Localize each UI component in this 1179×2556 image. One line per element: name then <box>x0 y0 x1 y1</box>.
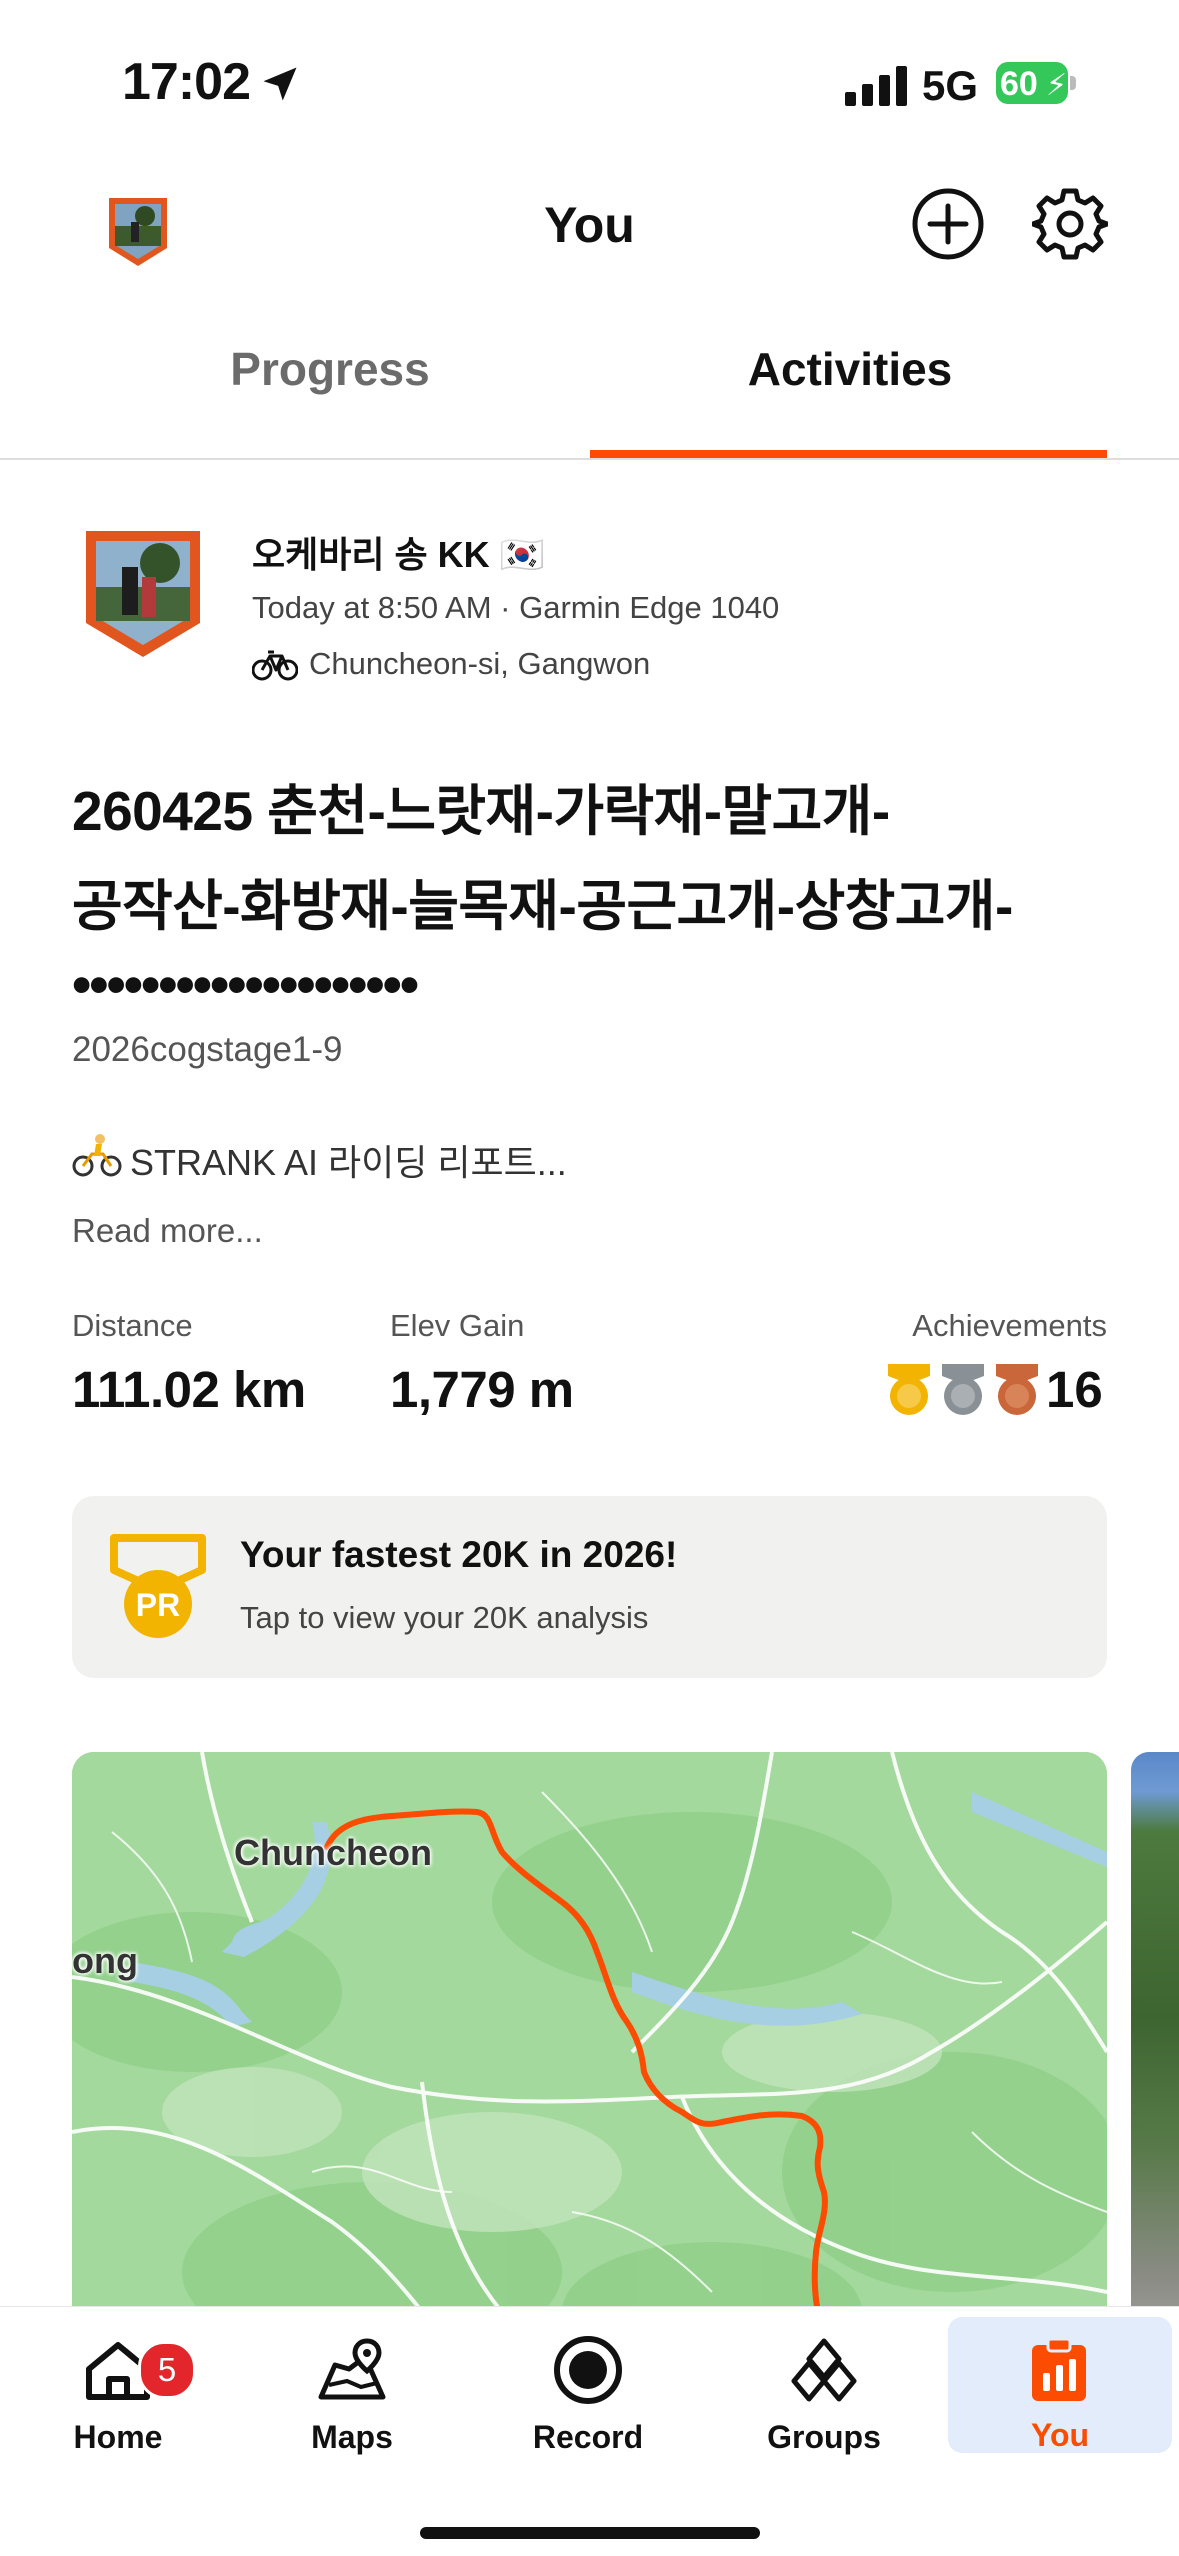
activity-title-line: •••••••••••••••••••• <box>72 953 419 1015</box>
athlete-avatar[interactable] <box>82 527 204 661</box>
tab-maps[interactable]: Maps <box>234 2321 470 2461</box>
tab-label: Record <box>532 2419 644 2455</box>
tab-you[interactable]: You <box>948 2317 1172 2453</box>
athlete-name[interactable]: 오케바리 송 KK 🇰🇷 <box>252 526 544 578</box>
distance-label: Distance <box>72 1308 193 1343</box>
tab-label: Home <box>73 2419 163 2455</box>
medals-icon[interactable] <box>886 1362 1046 1418</box>
athlete-name-text: 오케바리 송 KK <box>252 534 490 575</box>
add-button[interactable] <box>910 186 986 262</box>
charging-bolt-icon: ⚡ <box>1046 69 1068 102</box>
activity-tag: 2026cogstage1-9 <box>72 1030 343 1069</box>
activity-title[interactable]: 260425 춘천-느랏재-가락재-말고개- 공작산-화방재-늘목재-공근고개-… <box>72 764 1092 1014</box>
record-icon <box>554 2336 622 2404</box>
maps-icon <box>318 2338 386 2400</box>
tab-home[interactable]: 5 Home <box>0 2321 236 2461</box>
battery-icon: 60 ⚡ <box>996 62 1076 106</box>
activity-location: Chuncheon-si, Gangwon <box>309 646 651 681</box>
map-label-town: ong <box>72 1940 138 1981</box>
tab-label: Maps <box>311 2419 393 2455</box>
bronze-medal-icon <box>996 1364 1038 1415</box>
activity-title-line: 260425 춘천-느랏재-가락재-말고개- <box>72 780 890 842</box>
battery-level: 60 <box>1000 65 1038 103</box>
tab-selected-indicator <box>590 450 1107 458</box>
silver-medal-icon <box>942 1364 984 1415</box>
map-label-city: Chuncheon <box>234 1832 432 1873</box>
status-bar: 17:02 5G 60 ⚡ <box>0 0 1179 160</box>
signal-strength-icon <box>845 66 907 106</box>
pr-card[interactable]: PR Your fastest 20K in 2026! Tap to view… <box>72 1496 1107 1678</box>
page-title: You <box>544 197 635 253</box>
flag-icon: 🇰🇷 <box>499 534 545 575</box>
tab-activities[interactable]: Activities <box>590 342 1110 396</box>
read-more-link[interactable]: Read more... <box>72 1212 263 1250</box>
status-time: 17:02 <box>122 53 251 111</box>
tab-groups[interactable]: Groups <box>706 2321 942 2461</box>
settings-gear-icon[interactable] <box>1032 186 1108 262</box>
network-type: 5G <box>922 62 979 109</box>
app-header: You <box>0 160 1179 300</box>
groups-icon <box>791 2338 857 2402</box>
you-icon <box>1032 2337 1086 2401</box>
notification-badge: 5 <box>138 2341 196 2399</box>
elev-gain-value: 1,779 m <box>390 1361 574 1418</box>
achievements-label: Achievements <box>912 1308 1107 1343</box>
tab-record[interactable]: Record <box>470 2321 706 2461</box>
tab-label: Groups <box>767 2419 881 2455</box>
segment-tabs: Progress Activities <box>0 300 1179 460</box>
pr-title: Your fastest 20K in 2026! <box>240 1534 678 1575</box>
bike-icon <box>252 650 298 681</box>
bottom-tab-bar: 5 Home Maps Record Groups You <box>0 2306 1179 2556</box>
pr-subtitle: Tap to view your 20K analysis <box>240 1600 649 1635</box>
achievements-count[interactable]: 16 <box>1046 1360 1103 1419</box>
elev-gain-label: Elev Gain <box>390 1308 525 1343</box>
activity-description: STRANK AI 라이딩 리포트... <box>130 1142 567 1183</box>
cyclist-emoji-icon <box>72 1134 122 1177</box>
distance-value: 111.02 km <box>72 1361 306 1418</box>
gold-medal-icon <box>888 1364 930 1415</box>
location-arrow-icon <box>263 67 297 101</box>
home-indicator <box>420 2527 760 2539</box>
tab-progress[interactable]: Progress <box>70 342 590 396</box>
screen: 17:02 5G 60 ⚡ You Progress Activities 오케… <box>0 0 1179 2556</box>
pr-medal-icon: PR <box>110 1534 206 1638</box>
tab-label: You <box>1030 2417 1090 2453</box>
activity-title-line: 공작산-화방재-늘목재-공근고개-상창고개- <box>72 875 1013 937</box>
activity-meta: Today at 8:50 AM · Garmin Edge 1040 <box>252 590 780 625</box>
pr-badge-text: PR <box>136 1587 180 1623</box>
